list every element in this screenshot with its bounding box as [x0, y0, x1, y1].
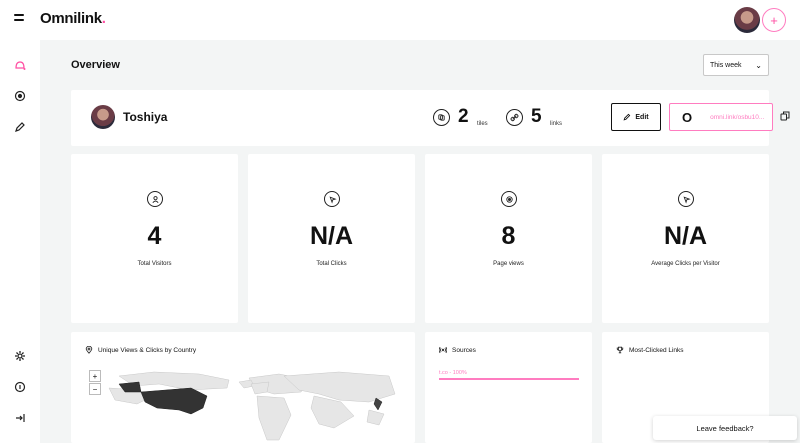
- location-pin-icon: [85, 346, 93, 354]
- copy-icon[interactable]: [780, 111, 790, 121]
- metric-card-total-clicks: N/A Total Clicks: [248, 154, 415, 323]
- map-panel-title: Unique Views & Clicks by Country: [98, 346, 197, 354]
- source-item-label: t.co - 100%: [439, 370, 467, 376]
- info-icon[interactable]: [12, 379, 28, 395]
- sources-panel: Sources t.co - 100%: [425, 332, 592, 443]
- profile-card: Toshiya 2 tiles 5 links Edit O omni.link…: [71, 90, 790, 146]
- profile-avatar: [91, 105, 115, 129]
- highlighted-country-usa: [140, 387, 208, 415]
- metric-value: N/A: [309, 222, 354, 250]
- pencil-icon[interactable]: [12, 119, 28, 135]
- map-panel-header: Unique Views & Clicks by Country: [85, 346, 196, 354]
- target-icon[interactable]: [12, 88, 28, 104]
- links-count: 5: [531, 106, 542, 127]
- leave-feedback-button[interactable]: Leave feedback?: [653, 416, 797, 440]
- top-bar: Omnilink. +: [0, 0, 800, 40]
- logout-icon[interactable]: [12, 410, 28, 426]
- metric-value: N/A: [663, 222, 708, 250]
- sources-panel-header: Sources: [439, 346, 476, 354]
- brand-name: Omnilink: [40, 10, 102, 27]
- profile-link-url: omni.link/osbu10...: [710, 113, 765, 121]
- metric-card-avg-clicks: N/A Average Clicks per Visitor: [602, 154, 769, 323]
- edit-button-label: Edit: [635, 113, 649, 121]
- period-select[interactable]: This week ⌄: [703, 54, 769, 76]
- profile-link-box[interactable]: O omni.link/osbu10...: [669, 103, 773, 131]
- map-panel: Unique Views & Clicks by Country + −: [71, 332, 415, 443]
- trophy-icon: [616, 346, 624, 354]
- chevron-down-icon: ⌄: [755, 60, 762, 70]
- main-content: Overview This week ⌄ Toshiya 2 tiles 5 l…: [40, 40, 800, 443]
- metric-value: 8: [501, 222, 516, 250]
- add-button[interactable]: +: [762, 8, 786, 32]
- sources-panel-title: Sources: [452, 346, 476, 354]
- broadcast-icon: [439, 346, 447, 354]
- most-clicked-panel-header: Most-Clicked Links: [616, 346, 684, 354]
- metric-label: Average Clicks per Visitor: [651, 261, 720, 267]
- world-map-graphic: [108, 371, 396, 441]
- brand-logo[interactable]: Omnilink.: [40, 10, 106, 27]
- sidebar: [0, 40, 40, 443]
- metric-card-page-views: 8 Page views: [425, 154, 592, 323]
- world-map[interactable]: + −: [79, 370, 399, 443]
- metric-label: Total Visitors: [137, 261, 172, 267]
- user-icon: [147, 191, 163, 207]
- highlighted-country-japan: [373, 397, 383, 411]
- home-icon[interactable]: [12, 58, 28, 74]
- metric-card-total-visitors: 4 Total Visitors: [71, 154, 238, 323]
- hamburger-menu-icon[interactable]: [14, 14, 24, 24]
- source-item-bar-track: [439, 378, 579, 380]
- brand-dot: .: [101, 10, 106, 27]
- source-item-bar-fill: [439, 378, 579, 380]
- tiles-icon: [433, 109, 450, 126]
- metric-label: Page views: [493, 261, 524, 267]
- tiles-count: 2: [458, 106, 469, 127]
- most-clicked-panel-title: Most-Clicked Links: [629, 346, 684, 354]
- zoom-out-button[interactable]: −: [89, 383, 101, 395]
- user-avatar[interactable]: [734, 7, 760, 33]
- profile-name: Toshiya: [123, 110, 168, 124]
- gear-icon[interactable]: [12, 348, 28, 364]
- page-title: Overview: [71, 59, 120, 71]
- edit-button[interactable]: Edit: [611, 103, 661, 131]
- links-unit: links: [550, 121, 563, 127]
- cursor-icon: [678, 191, 694, 207]
- pencil-icon: [623, 113, 631, 121]
- tiles-unit: tiles: [477, 121, 488, 127]
- cursor-icon: [324, 191, 340, 207]
- link-icon: [506, 109, 523, 126]
- link-prefix: O: [682, 109, 693, 125]
- target-icon: [501, 191, 517, 207]
- metric-label: Total Clicks: [316, 261, 347, 267]
- period-select-value: This week: [710, 61, 742, 69]
- zoom-in-button[interactable]: +: [89, 370, 101, 382]
- metric-value: 4: [147, 222, 162, 250]
